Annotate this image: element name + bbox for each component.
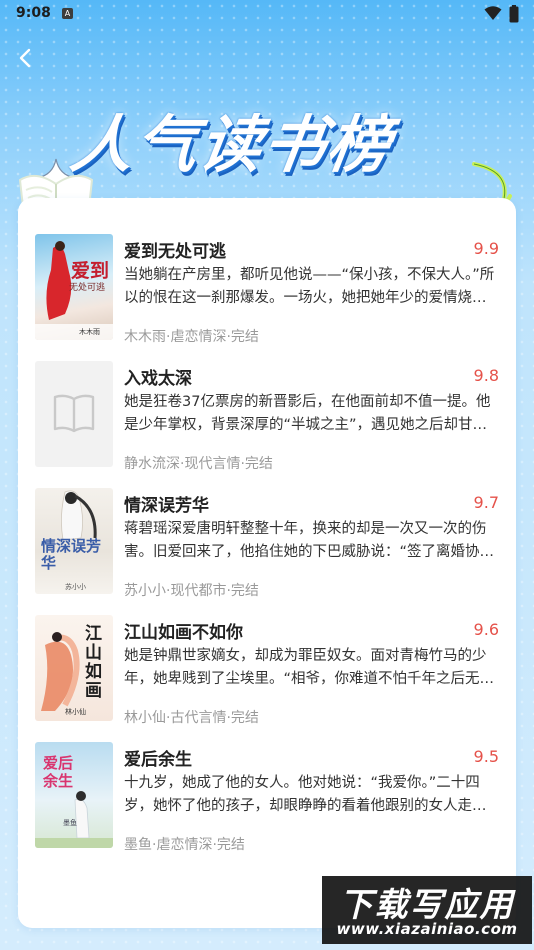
cover-title: 情深误芳华 (41, 537, 102, 572)
cover-author: 墨鱼 (63, 819, 77, 827)
book-title: 爱后余生 (124, 750, 192, 770)
status-time: 9:08 (16, 5, 51, 21)
book-cover: 情深误芳华 苏小小 (35, 488, 113, 594)
cover-author: 苏小小 (65, 583, 86, 591)
book-item[interactable]: 入戏太深 9.8 她是狂卷37亿票房的新晋影后，在他面前却不值一提。他是少年掌权… (18, 361, 516, 488)
book-meta: 墨鱼·虐恋情深·完结 (124, 837, 245, 853)
book-score: 9.9 (473, 239, 499, 258)
book-cover-placeholder (35, 361, 113, 467)
watermark-url: www.xiazainiao.com (336, 920, 518, 938)
watermark-title: 下载写应用 (339, 885, 515, 924)
book-item[interactable]: 爱后余生 墨鱼 爱后余生 9.5 十九岁，她成了他的女人。他对她说：“我爱你。”… (18, 742, 516, 869)
site-watermark: 下载写应用 www.xiazainiao.com (322, 876, 532, 944)
book-list: 爱到 无处可逃 木木雨 爱到无处可逃 9.9 当她躺在产房里，都听见他说——“保… (18, 234, 516, 869)
cover-title: 爱到 (71, 260, 110, 282)
book-score: 9.5 (473, 747, 499, 766)
status-bar: 9:08 A (0, 0, 534, 28)
cover-title: 爱后余生 (43, 754, 74, 790)
book-cover: 爱后余生 墨鱼 (35, 742, 113, 848)
book-item[interactable]: 爱到 无处可逃 木木雨 爱到无处可逃 9.9 当她躺在产房里，都听见他说——“保… (18, 234, 516, 361)
cover-author: 木木雨 (79, 328, 100, 336)
book-description: 她是狂卷37亿票房的新晋影后，在他面前却不值一提。他是少年掌权，背景深厚的“半城… (124, 394, 491, 433)
book-meta: 静水流深·现代言情·完结 (124, 456, 273, 472)
back-button[interactable] (12, 44, 40, 72)
book-item[interactable]: 情深误芳华 苏小小 情深误芳华 9.7 蒋碧瑶深爱唐明轩整整十年，换来的却是一次… (18, 488, 516, 615)
book-meta: 木木雨·虐恋情深·完结 (124, 329, 259, 345)
notification-a-icon: A (62, 8, 73, 19)
cover-author: 林小仙 (65, 708, 86, 716)
book-cover: 爱到 无处可逃 木木雨 (35, 234, 113, 340)
ranking-panel: 爱到 无处可逃 木木雨 爱到无处可逃 9.9 当她躺在产房里，都听见他说——“保… (18, 198, 516, 928)
book-description: 她是钟鼎世家嫡女，却成为罪臣奴女。面对青梅竹马的少年，她卑贱到了尘埃里。“相爷，… (124, 648, 495, 687)
battery-icon (509, 5, 519, 23)
book-title: 江山如画不如你 (124, 623, 243, 643)
book-cover: 江山如画 林小仙 (35, 615, 113, 721)
page-title: 人气读书榜 (66, 108, 397, 181)
book-description: 当她躺在产房里，都听见他说——“保小孩，不保大人。”所以的恨在这一刹那爆发。一场… (124, 267, 495, 306)
book-title: 爱到无处可逃 (124, 242, 226, 262)
book-item[interactable]: 江山如画 林小仙 江山如画不如你 9.6 她是钟鼎世家嫡女，却成为罪臣奴女。面对… (18, 615, 516, 742)
book-description: 十九岁，她成了他的女人。他对她说：“我爱你。”二十四岁，她怀了他的孩子，却眼睁睁… (124, 775, 487, 814)
book-title: 入戏太深 (124, 369, 192, 389)
book-icon (53, 394, 95, 433)
book-meta: 林小仙·古代言情·完结 (124, 710, 259, 726)
cover-subtitle: 无处可逃 (69, 283, 106, 293)
cover-title: 江山如画 (85, 624, 102, 701)
book-score: 9.7 (473, 493, 499, 512)
book-description: 蒋碧瑶深爱唐明轩整整十年，换来的却是一次又一次的伤害。旧爱回来了，他掐住她的下巴… (124, 521, 487, 560)
book-score: 9.6 (473, 620, 499, 639)
chevron-left-icon (19, 48, 31, 68)
wifi-icon (484, 6, 502, 20)
book-title: 情深误芳华 (124, 496, 209, 516)
book-score: 9.8 (473, 366, 499, 385)
book-meta: 苏小小·现代都市·完结 (124, 583, 259, 599)
